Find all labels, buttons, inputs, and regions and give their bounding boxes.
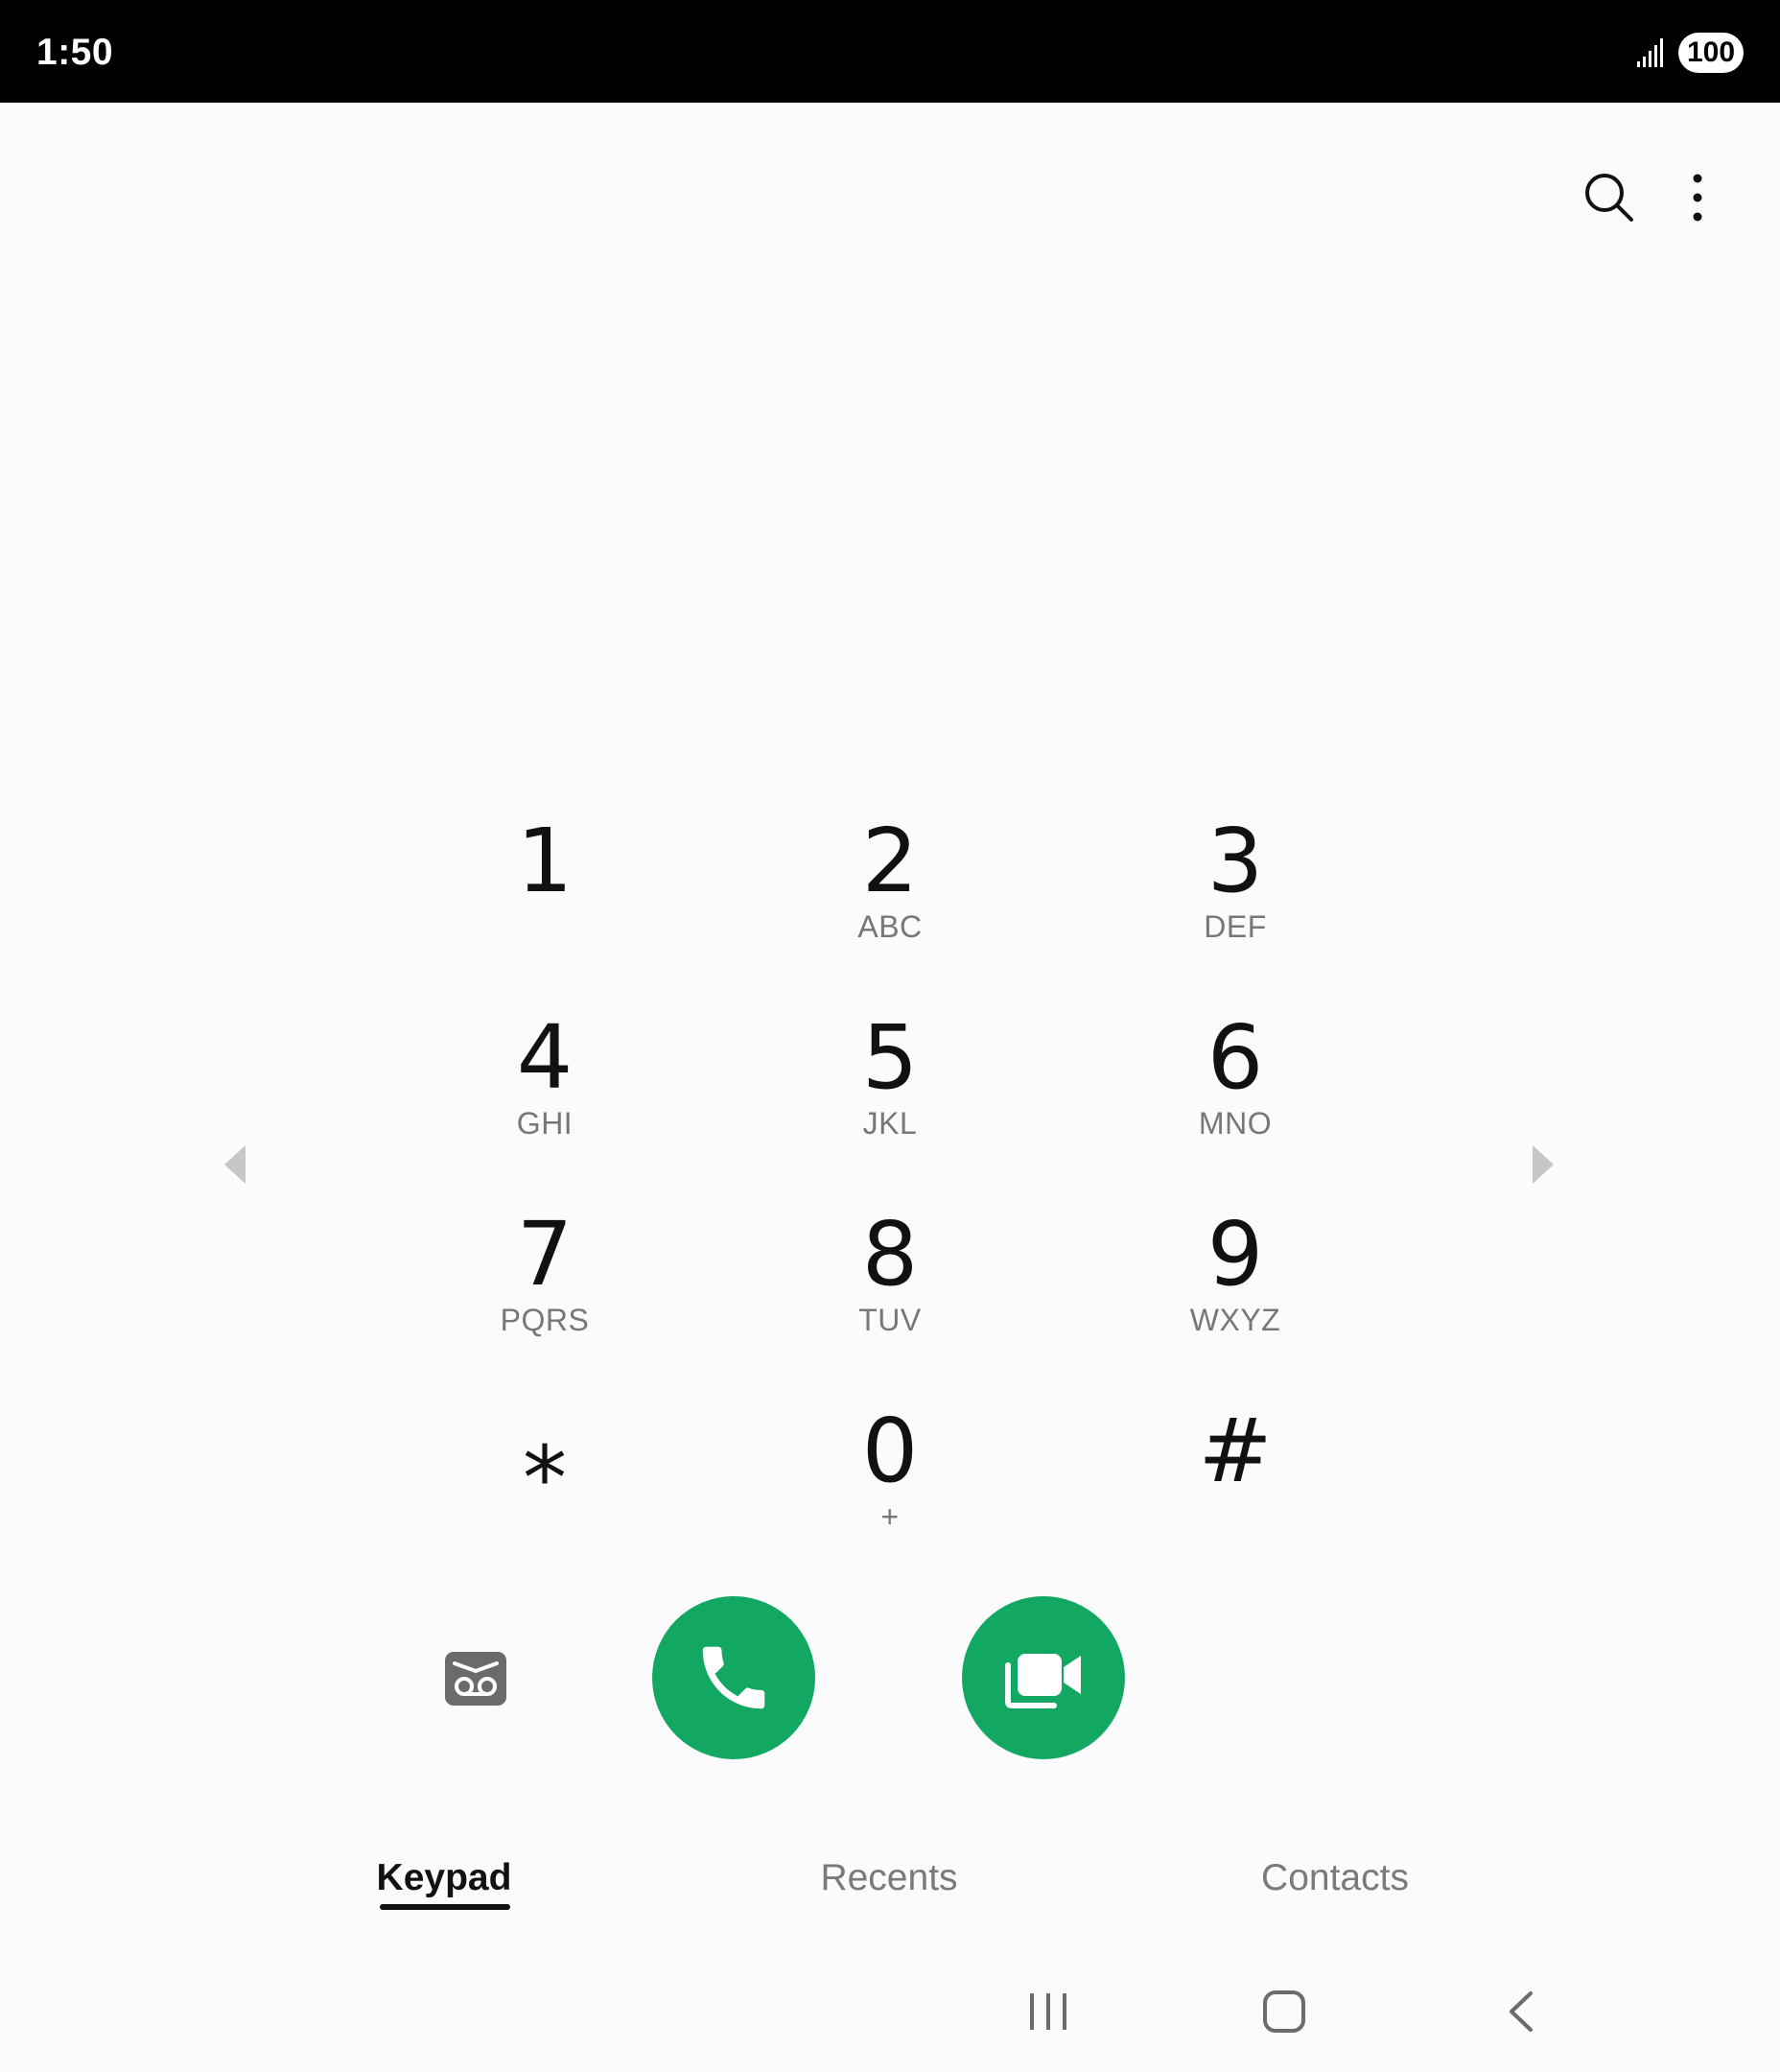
key-digit: # bbox=[1198, 1400, 1273, 1502]
key-digit: 1 bbox=[516, 810, 574, 912]
key-digit: 8 bbox=[861, 1203, 919, 1306]
key-digit: 3 bbox=[1206, 810, 1264, 912]
move-keypad-left-icon[interactable] bbox=[219, 1142, 249, 1188]
key-letters: + bbox=[880, 1499, 900, 1534]
recent-apps-icon[interactable] bbox=[1026, 1990, 1070, 2034]
search-icon[interactable] bbox=[1582, 171, 1636, 224]
key-digit: ⁎ bbox=[523, 1400, 567, 1502]
key-letters: DEF bbox=[1204, 909, 1267, 944]
key-digit: 6 bbox=[1206, 1006, 1264, 1109]
phone-icon bbox=[702, 1646, 765, 1709]
key-hash[interactable]: # bbox=[1063, 1386, 1408, 1573]
key-8[interactable]: 8 TUV bbox=[717, 1189, 1063, 1386]
video-call-button[interactable] bbox=[962, 1596, 1125, 1759]
key-0[interactable]: 0 + bbox=[717, 1386, 1063, 1573]
key-digit: 4 bbox=[516, 1006, 574, 1109]
active-tab-indicator bbox=[380, 1904, 510, 1910]
key-6[interactable]: 6 MNO bbox=[1063, 993, 1408, 1189]
key-7[interactable]: 7 PQRS bbox=[372, 1189, 717, 1386]
key-letters: WXYZ bbox=[1189, 1303, 1281, 1337]
key-digit: 5 bbox=[861, 1006, 919, 1109]
battery-level: 100 bbox=[1678, 33, 1744, 73]
home-icon[interactable] bbox=[1262, 1990, 1306, 2034]
voicemail-icon[interactable] bbox=[443, 1650, 508, 1707]
key-digit: 2 bbox=[861, 810, 919, 912]
key-2[interactable]: 2 ABC bbox=[717, 796, 1063, 993]
key-digit: 9 bbox=[1206, 1203, 1264, 1306]
status-time: 1:50 bbox=[36, 32, 114, 73]
key-letters: JKL bbox=[862, 1106, 918, 1141]
key-letters: MNO bbox=[1198, 1106, 1273, 1141]
tab-keypad[interactable]: Keypad bbox=[364, 1851, 524, 1920]
key-digit: 7 bbox=[516, 1203, 574, 1306]
key-star[interactable]: ⁎ bbox=[372, 1386, 717, 1573]
key-letters: ABC bbox=[857, 909, 923, 944]
tab-contacts[interactable]: Contacts bbox=[1237, 1851, 1433, 1920]
key-3[interactable]: 3 DEF bbox=[1063, 796, 1408, 993]
key-letters: PQRS bbox=[500, 1303, 590, 1337]
dial-keypad: 1 2 ABC 3 DEF 4 GHI 5 JKL 6 MNO 7 PQRS 8 bbox=[372, 796, 1408, 1573]
status-bar: 1:50 100 bbox=[0, 0, 1780, 103]
call-button[interactable] bbox=[652, 1596, 815, 1759]
key-letters: GHI bbox=[516, 1106, 574, 1141]
key-1[interactable]: 1 bbox=[372, 796, 717, 993]
key-4[interactable]: 4 GHI bbox=[372, 993, 717, 1189]
key-5[interactable]: 5 JKL bbox=[717, 993, 1063, 1189]
key-digit: 0 bbox=[861, 1400, 919, 1502]
bottom-tabs: Keypad Recents Contacts bbox=[0, 1851, 1780, 1928]
key-letters: TUV bbox=[858, 1303, 922, 1337]
video-call-icon bbox=[1005, 1654, 1081, 1708]
key-9[interactable]: 9 WXYZ bbox=[1063, 1189, 1408, 1386]
tab-recents[interactable]: Recents bbox=[786, 1851, 992, 1920]
phone-dialer-screen: 1:50 100 1 2 ABC 3 DEF 4 GHI 5 JKL 6 MNO… bbox=[0, 0, 1780, 2072]
move-keypad-right-icon[interactable] bbox=[1529, 1142, 1559, 1188]
cellular-signal-icon bbox=[1637, 38, 1663, 67]
back-icon[interactable] bbox=[1504, 1990, 1538, 2034]
more-options-icon[interactable] bbox=[1678, 171, 1717, 224]
